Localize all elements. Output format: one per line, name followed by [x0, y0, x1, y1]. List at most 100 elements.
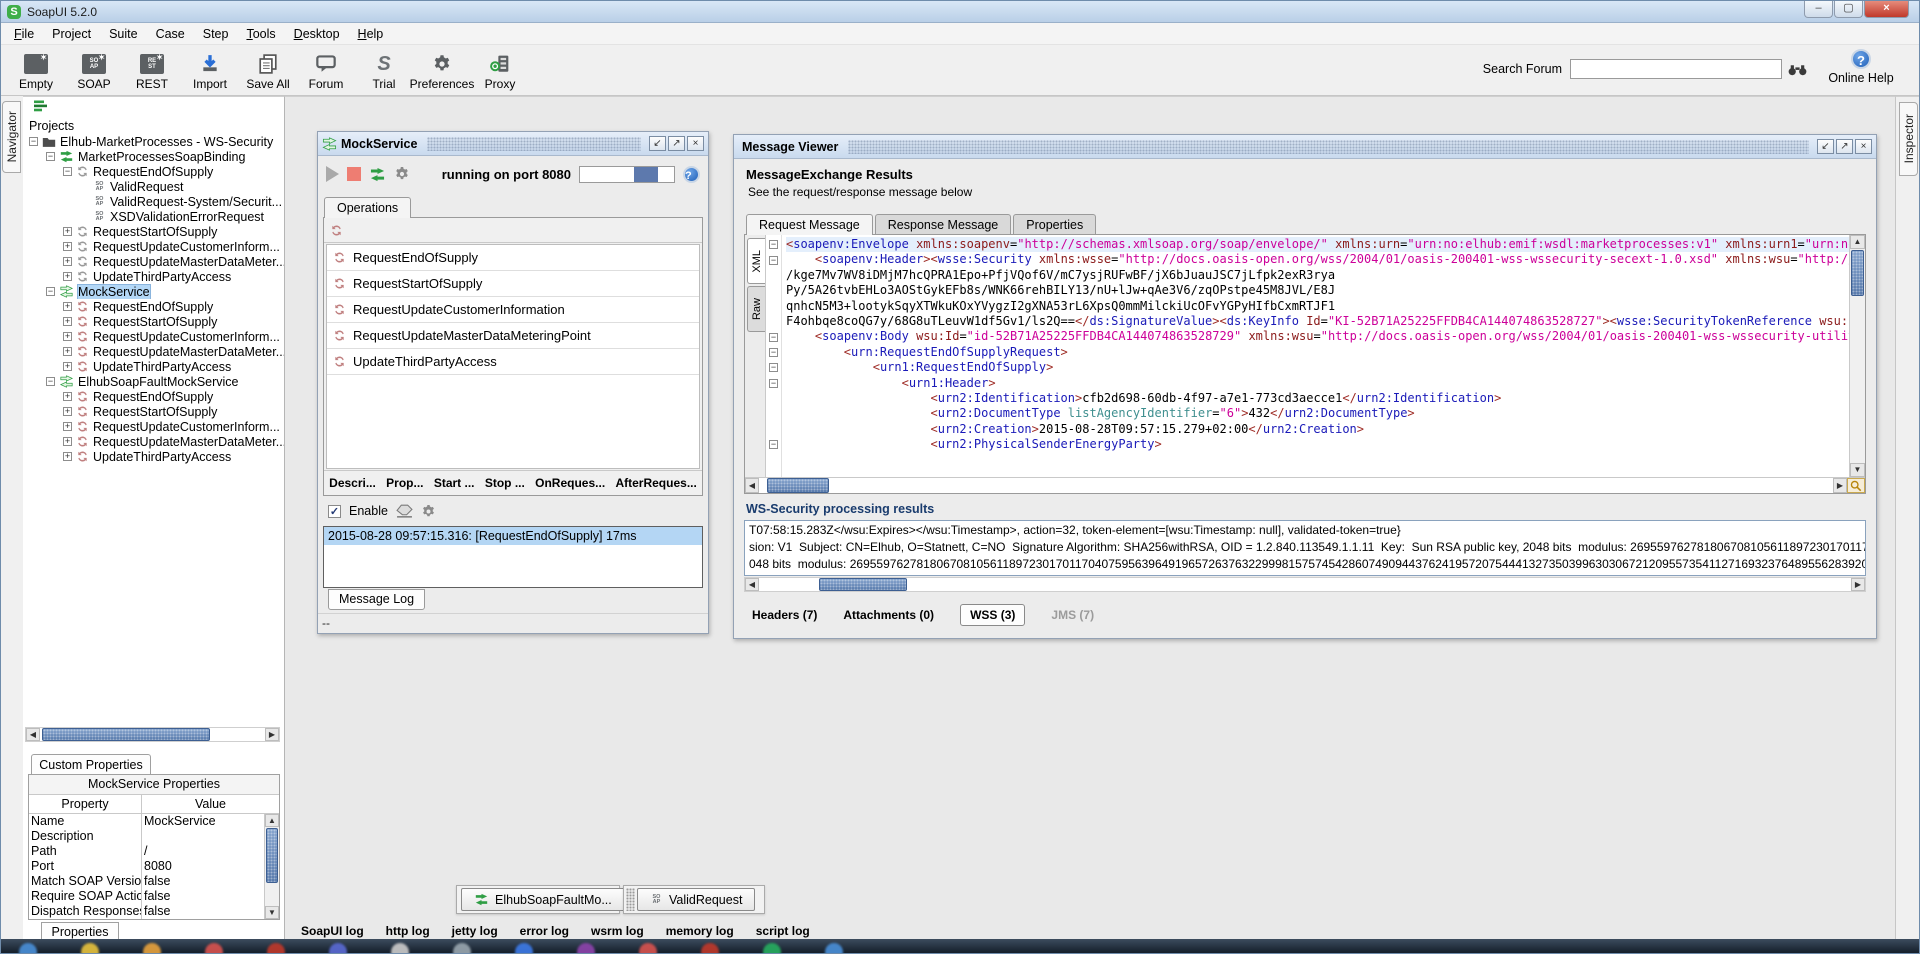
mdi-close-button[interactable]: × — [1855, 139, 1872, 154]
scroll-right-icon[interactable]: ▶ — [1833, 478, 1847, 493]
operation-list-item[interactable]: RequestUpdateMasterDataMeteringPoint — [327, 323, 699, 349]
fold-collapse-icon[interactable]: − — [769, 256, 778, 265]
menu-suite[interactable]: Suite — [100, 24, 147, 44]
mdi-maximize-button[interactable]: ↗ — [668, 136, 685, 151]
toolbar-trial-button[interactable]: STrial — [355, 47, 413, 93]
tree-item[interactable]: +UpdateThirdPartyAccess — [23, 449, 284, 464]
custom-properties-tab[interactable]: Custom Properties — [31, 754, 151, 775]
mdi-close-button[interactable]: × — [687, 136, 704, 151]
tab-wss-3-[interactable]: WSS (3) — [960, 604, 1025, 626]
tree-item[interactable]: −SOAPValidRequest — [23, 179, 284, 194]
taskbar-icon[interactable] — [763, 943, 781, 953]
log-tab-http-log[interactable]: http log — [386, 924, 430, 938]
xml-code-area[interactable]: <soapenv:Envelope xmlns:soapenv="http://… — [782, 235, 1849, 477]
taskbar-icon[interactable] — [19, 943, 37, 953]
collapse-icon[interactable]: − — [46, 287, 55, 296]
taskbar-icon[interactable] — [577, 943, 595, 953]
tree-item[interactable]: +RequestUpdateMasterDataMeter... — [23, 344, 284, 359]
tree-item[interactable]: +RequestUpdateCustomerInform... — [23, 329, 284, 344]
menu-desktop[interactable]: Desktop — [285, 24, 349, 44]
property-row[interactable]: Dispatch Responsesfalse — [29, 904, 264, 919]
tree-item[interactable]: +RequestStartOfSupply — [23, 314, 284, 329]
tree-item[interactable]: +RequestEndOfSupply — [23, 389, 284, 404]
log-tab-error-log[interactable]: error log — [520, 924, 569, 938]
toolbar-save-all-button[interactable]: Save All — [239, 47, 297, 93]
tree-item[interactable]: +RequestStartOfSupply — [23, 224, 284, 239]
title-drag-area[interactable] — [427, 137, 641, 151]
scrollbar-thumb[interactable] — [819, 578, 907, 591]
scrollbar-thumb[interactable] — [1851, 250, 1864, 296]
expand-icon[interactable]: + — [63, 452, 72, 461]
binoculars-icon[interactable] — [1788, 63, 1807, 76]
tree-item[interactable]: −MockService — [23, 284, 284, 299]
scroll-left-icon[interactable]: ◀ — [745, 478, 759, 493]
tree-item[interactable]: +RequestEndOfSupply — [23, 299, 284, 314]
expand-icon[interactable]: + — [63, 272, 72, 281]
action-prop-button[interactable]: Prop... — [386, 476, 423, 490]
message-log-entry[interactable]: 2015-08-28 09:57:15.316: [RequestEndOfSu… — [324, 527, 702, 545]
tab-request-message[interactable]: Request Message — [746, 214, 873, 235]
taskbar-icon[interactable] — [143, 943, 161, 953]
scrollbar-track[interactable] — [40, 728, 265, 741]
menu-case[interactable]: Case — [147, 24, 194, 44]
scrollbar-thumb[interactable] — [767, 478, 829, 493]
start-mockservice-icon[interactable] — [326, 166, 339, 182]
operation-list-item[interactable]: UpdateThirdPartyAccess — [327, 349, 699, 375]
action-onreques-button[interactable]: OnReques... — [535, 476, 605, 490]
toolbar-preferences-button[interactable]: Preferences — [413, 47, 471, 93]
property-row[interactable]: Match SOAP Versionfalse — [29, 874, 264, 889]
tree-item[interactable]: −Elhub-MarketProcesses - WS-Security — [23, 134, 284, 149]
tree-item[interactable]: +UpdateThirdPartyAccess — [23, 359, 284, 374]
expand-icon[interactable]: + — [63, 407, 72, 416]
property-value-cell[interactable]: / — [142, 844, 264, 859]
windows-taskbar[interactable] — [1, 939, 1919, 953]
editor-tab-xml[interactable]: XML — [747, 238, 765, 284]
expand-icon[interactable]: + — [63, 227, 72, 236]
property-value-cell[interactable]: 8080 — [142, 859, 264, 874]
editor-tab-raw[interactable]: Raw — [747, 286, 765, 332]
action-descri-button[interactable]: Descri... — [329, 476, 376, 490]
collapse-icon[interactable]: − — [63, 167, 72, 176]
log-settings-gear-icon[interactable] — [421, 504, 436, 519]
tree-item[interactable]: +RequestStartOfSupply — [23, 404, 284, 419]
property-row[interactable]: Description — [29, 829, 264, 844]
scroll-up-icon[interactable]: ▲ — [265, 814, 279, 827]
scrollbar-thumb[interactable] — [42, 728, 210, 741]
toolbar-empty-button[interactable]: ✶Empty — [7, 47, 65, 93]
fold-collapse-icon[interactable]: − — [769, 348, 778, 357]
log-tab-jetty-log[interactable]: jetty log — [452, 924, 498, 938]
expand-icon[interactable]: + — [63, 392, 72, 401]
tab-message-log[interactable]: Message Log — [328, 589, 425, 610]
log-tab-memory-log[interactable]: memory log — [666, 924, 734, 938]
property-row[interactable]: Require SOAP Actionfalse — [29, 889, 264, 904]
operation-list-item[interactable]: RequestUpdateCustomerInformation — [327, 297, 699, 323]
navigator-side-tab[interactable]: Navigator — [2, 101, 21, 173]
toolbar-rest-button[interactable]: ✶RESTREST — [123, 47, 181, 93]
tab-operations[interactable]: Operations — [324, 197, 411, 218]
property-row[interactable]: NameMockService — [29, 814, 264, 829]
online-help-button[interactable]: ? Online Help — [1821, 49, 1901, 85]
menu-step[interactable]: Step — [194, 24, 238, 44]
scroll-up-icon[interactable]: ▲ — [1850, 235, 1865, 249]
scrollbar-track[interactable] — [759, 578, 1851, 591]
menu-tools[interactable]: Tools — [237, 24, 284, 44]
property-row[interactable]: Path/ — [29, 844, 264, 859]
collapse-icon[interactable]: − — [29, 137, 38, 146]
fold-collapse-icon[interactable]: − — [769, 379, 778, 388]
action-stop-button[interactable]: Stop ... — [485, 476, 525, 490]
properties-vertical-scrollbar[interactable]: ▲ ▼ — [264, 814, 279, 919]
restart-arrows-icon[interactable] — [369, 167, 386, 182]
expand-icon[interactable]: + — [63, 437, 72, 446]
action-afterreques-button[interactable]: AfterReques... — [615, 476, 696, 490]
menu-file[interactable]: File — [5, 24, 43, 44]
scroll-right-icon[interactable]: ▶ — [1851, 578, 1865, 591]
tree-item[interactable]: +UpdateThirdPartyAccess — [23, 269, 284, 284]
taskbar-icon[interactable] — [329, 943, 347, 953]
restore-elhubsoapfault-button[interactable]: ElhubSoapFaultMo... — [461, 888, 625, 911]
taskbar-icon[interactable] — [639, 943, 657, 953]
scroll-right-icon[interactable]: ▶ — [265, 728, 279, 741]
menu-project[interactable]: Project — [43, 24, 100, 44]
log-tab-script-log[interactable]: script log — [756, 924, 810, 938]
drag-grip[interactable] — [626, 888, 635, 911]
mdi-minimize-button[interactable]: ↙ — [649, 136, 666, 151]
